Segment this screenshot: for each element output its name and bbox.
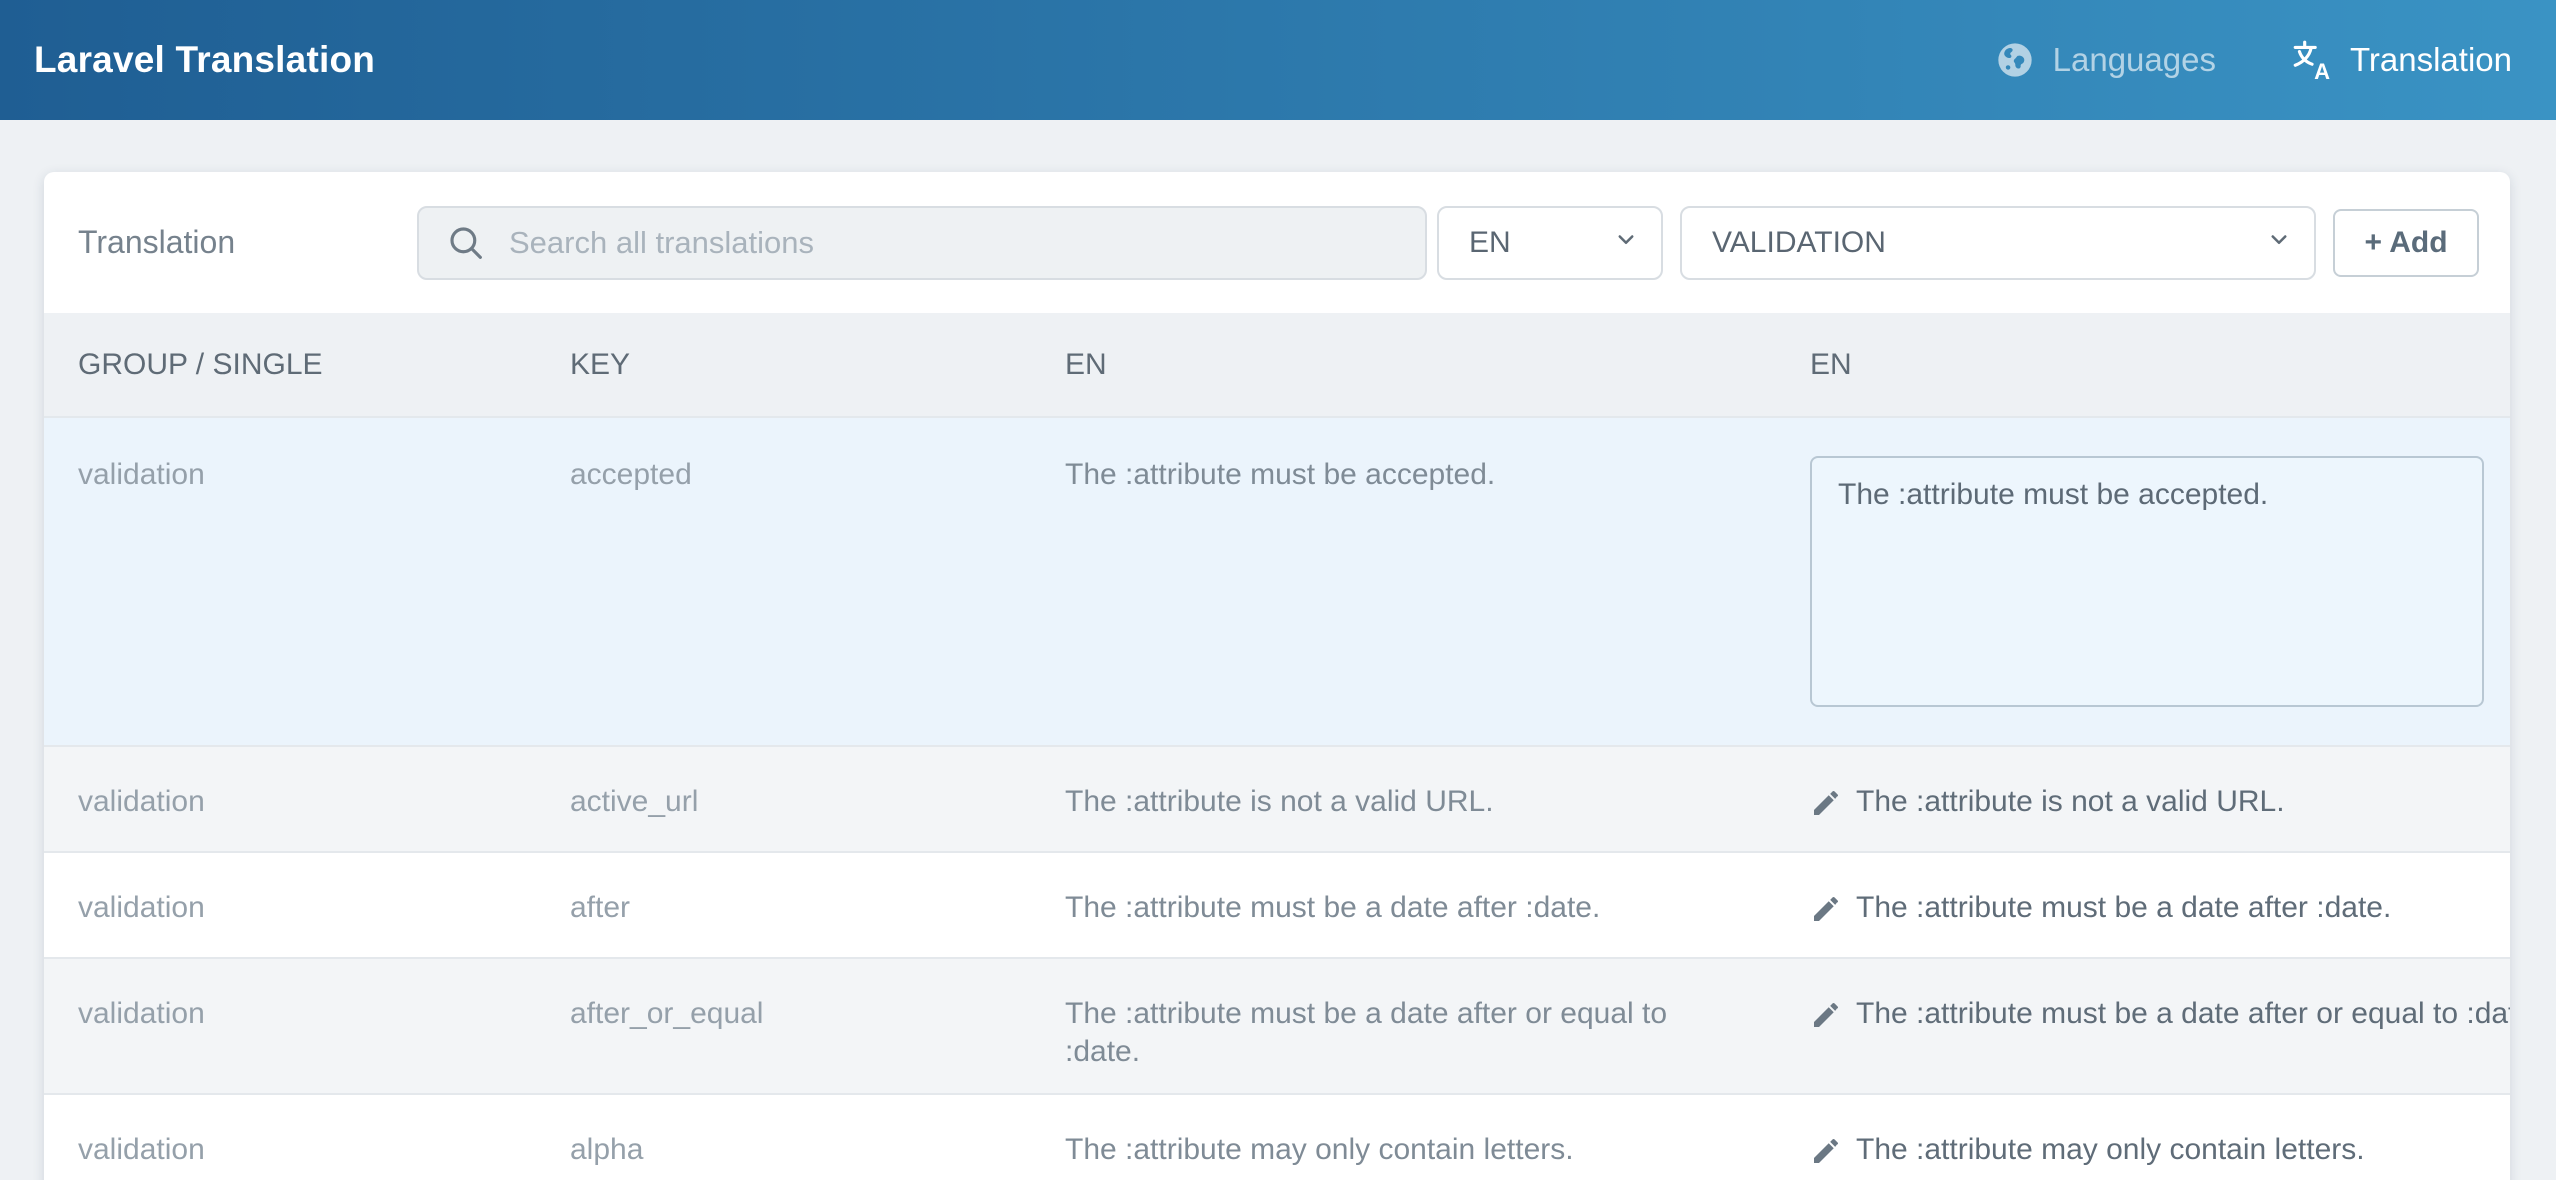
translation-display[interactable]: The :attribute may only contain letters. [1810,1131,2510,1177]
cell-key: after_or_equal [570,995,1065,1071]
pencil-icon [1810,787,1842,829]
translation-display[interactable]: The :attribute must be a date after or e… [1810,995,2510,1071]
cell-key: after [570,889,1065,935]
page-title: Translation [78,224,417,261]
table-row: validation active_url The :attribute is … [44,745,2510,851]
translation-text: The :attribute must be a date after or e… [1856,995,2510,1033]
cell-source: The :attribute may only contain letters. [1065,1131,1810,1177]
nav-link-translation[interactable]: A Translation [2290,39,2512,81]
nav-link-languages[interactable]: Languages [1995,40,2216,80]
svg-text:A: A [2314,59,2330,81]
navbar: Laravel Translation Languages A [0,0,2556,120]
cell-group: validation [78,783,570,829]
translation-display[interactable]: The :attribute is not a valid URL. [1810,783,2510,829]
cell-source: The :attribute must be a date after :dat… [1065,889,1810,935]
table-row: validation alpha The :attribute may only… [44,1093,2510,1180]
nav-link-label: Languages [2053,41,2216,79]
search-input[interactable] [419,208,1425,278]
column-header-key: KEY [570,346,1065,384]
cell-source: The :attribute is not a valid URL. [1065,783,1810,829]
translation-editor[interactable] [1810,456,2484,707]
cell-key: active_url [570,783,1065,829]
chevron-down-icon [2264,224,2294,262]
pencil-icon [1810,1135,1842,1177]
toolbar: Translation EN VALIDATION [44,172,2510,313]
chevron-down-icon [1611,224,1641,262]
table-row: validation after_or_equal The :attribute… [44,957,2510,1093]
group-select-value: VALIDATION [1712,226,1886,260]
add-button[interactable]: + Add [2333,209,2479,277]
table-body: validation accepted The :attribute must … [44,418,2510,1180]
cell-key: accepted [570,456,1065,707]
cell-group: validation [78,1131,570,1177]
cell-source: The :attribute must be accepted. [1065,456,1810,707]
cell-group: validation [78,995,570,1071]
language-select-value: EN [1469,226,1511,260]
pencil-icon [1810,999,1842,1041]
translation-text: The :attribute is not a valid URL. [1856,783,2285,821]
translation-display[interactable]: The :attribute must be a date after :dat… [1810,889,2510,935]
cell-source: The :attribute must be a date after or e… [1065,995,1810,1071]
column-header-group: GROUP / SINGLE [78,346,570,384]
translation-editor-cell [1810,456,2510,707]
table-row: validation after The :attribute must be … [44,851,2510,957]
column-header-source: EN [1065,346,1810,384]
search-box [417,206,1427,280]
globe-icon [1995,40,2035,80]
language-select[interactable]: EN [1437,206,1663,280]
navbar-links: Languages A Translation [1995,39,2512,81]
translation-card: Translation EN VALIDATION [44,172,2510,1180]
cell-group: validation [78,889,570,935]
app-title: Laravel Translation [34,39,375,81]
column-header-target: EN [1810,346,2510,384]
cell-group: validation [78,456,570,707]
cell-key: alpha [570,1131,1065,1177]
table-row: validation accepted The :attribute must … [44,418,2510,745]
translation-text: The :attribute may only contain letters. [1856,1131,2365,1169]
table-header: GROUP / SINGLE KEY EN EN [44,313,2510,418]
translation-text: The :attribute must be a date after :dat… [1856,889,2391,927]
translate-icon: A [2290,39,2332,81]
pencil-icon [1810,893,1842,935]
group-select[interactable]: VALIDATION [1680,206,2316,280]
nav-link-label: Translation [2350,41,2512,79]
